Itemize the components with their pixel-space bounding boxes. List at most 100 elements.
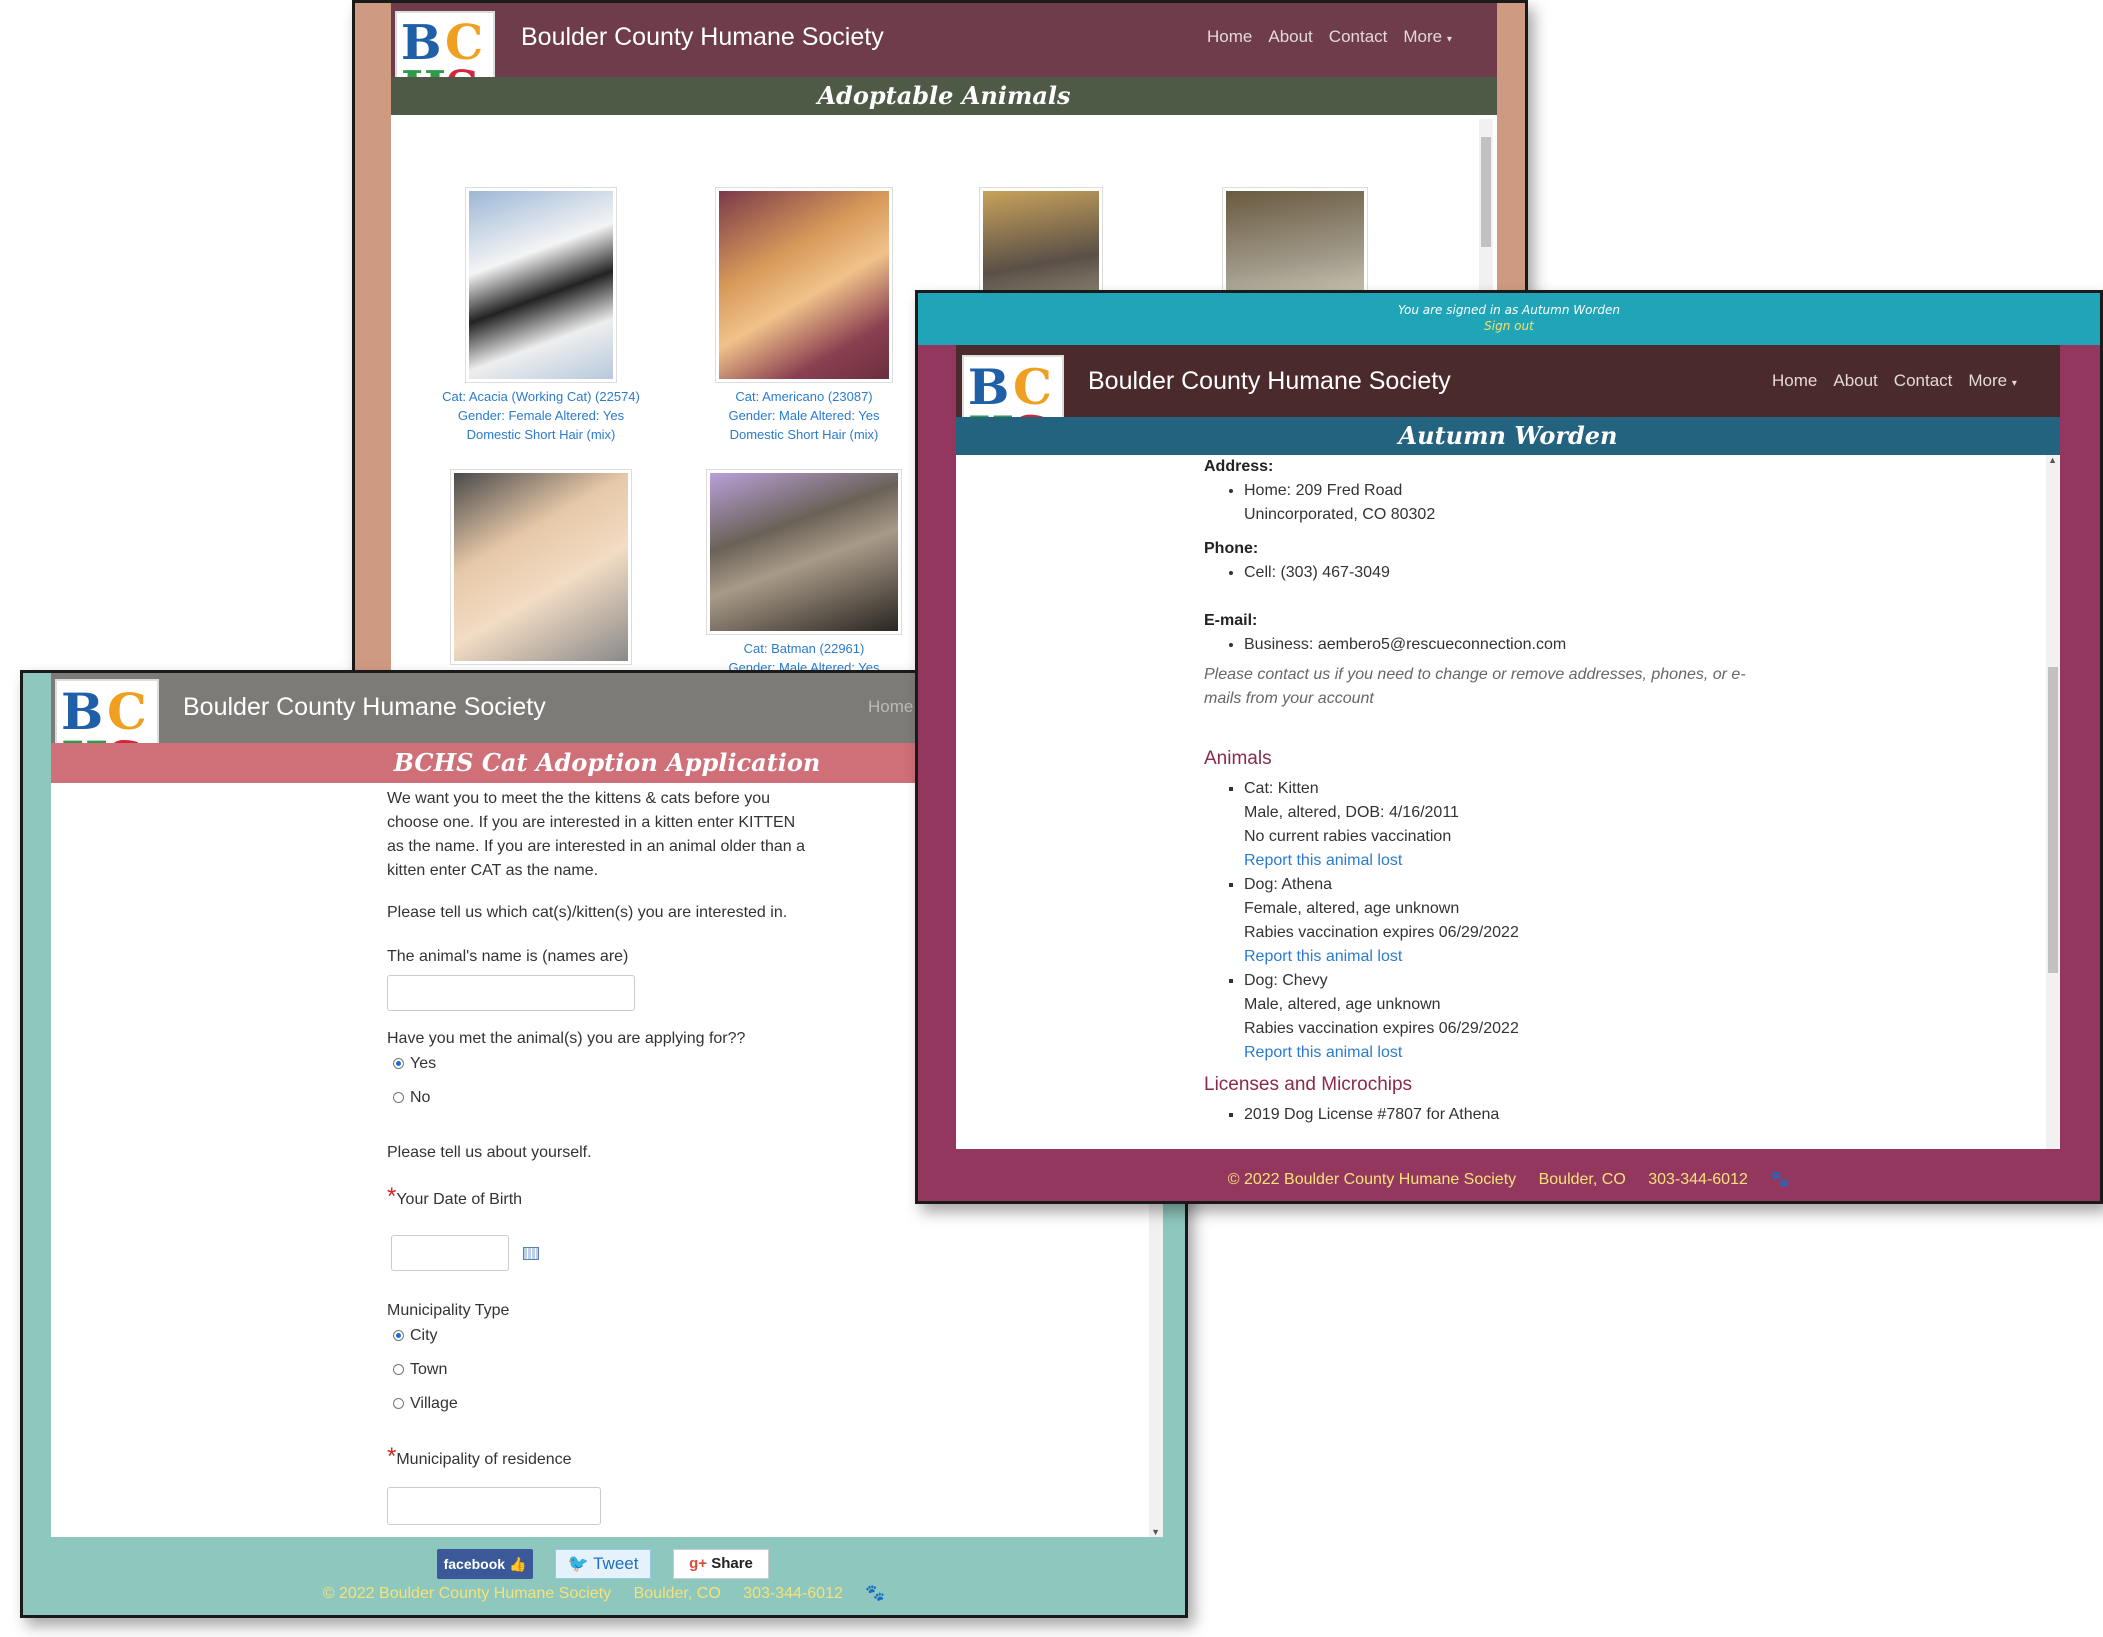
animal-gender: Gender: Female Altered: Yes — [457, 408, 625, 423]
animals-list: Cat: Kitten Male, altered, DOB: 4/16/2011… — [1204, 777, 1804, 1065]
met-yes-option[interactable]: Yes — [393, 1055, 436, 1073]
met-yes-label: Yes — [410, 1055, 437, 1072]
nav-more[interactable]: More ▾ — [1968, 371, 2017, 391]
muni-type-label: Municipality Type — [387, 1302, 510, 1319]
account-content: ▲ Address: Home: 209 Fred Road Unincorpor… — [956, 455, 2060, 1149]
rescue-connection-icon[interactable]: 🐾 — [1770, 1171, 1790, 1188]
nav-more[interactable]: More ▾ — [1403, 27, 1452, 47]
animal-photo[interactable] — [706, 469, 902, 635]
scroll-up-arrow-icon[interactable]: ▲ — [2048, 455, 2057, 465]
signin-bar: You are signed in as Autumn Worden Sign … — [918, 293, 2100, 345]
animal-name-link[interactable]: Cat: Americano (23087) — [694, 387, 914, 406]
animal-name-link[interactable]: Cat: Batman (22961) — [694, 639, 914, 658]
muni-city-label: City — [410, 1327, 438, 1344]
scrollbar-thumb[interactable] — [1481, 137, 1491, 247]
nav-home[interactable]: Home — [1772, 371, 1817, 391]
animal-card[interactable]: Cat: Acacia (Working Cat) (22574) Gender… — [431, 187, 651, 444]
page-banner: Autumn Worden — [956, 417, 2060, 455]
report-lost-link[interactable]: Report this animal lost — [1244, 948, 1402, 965]
required-mark: * — [387, 1443, 397, 1470]
phone-item: Cell: (303) 467-3049 — [1244, 561, 1804, 585]
licenses-heading: Licenses and Microchips — [1204, 1074, 1413, 1095]
site-title[interactable]: Boulder County Humane Society — [183, 693, 546, 722]
animal-detail: Female, altered, age unknown — [1244, 900, 1460, 917]
calendar-icon[interactable] — [523, 1247, 539, 1260]
animal-photo[interactable] — [465, 187, 617, 383]
animal-card[interactable]: Cat: Americano (23087) Gender: Male Alte… — [694, 187, 914, 444]
animal-title: Dog: Chevy — [1244, 972, 1328, 989]
email-list: Business: aembero5@rescueconnection.com — [1204, 633, 1804, 657]
report-lost-link[interactable]: Report this animal lost — [1244, 852, 1402, 869]
page-footer: © 2022 Boulder County Humane Society Bou… — [23, 1583, 1185, 1603]
nav-home[interactable]: Home — [1207, 27, 1252, 47]
animal-rabies: Rabies vaccination expires 06/29/2022 — [1244, 1020, 1519, 1037]
muni-village-option[interactable]: Village — [393, 1395, 458, 1413]
email-item: Business: aembero5@rescueconnection.com — [1244, 633, 1804, 657]
animal-rabies: No current rabies vaccination — [1244, 828, 1452, 845]
animal-photo[interactable] — [450, 469, 632, 665]
animal-item: Dog: Athena Female, altered, age unknown R… — [1244, 873, 1804, 969]
animal-card[interactable] — [431, 469, 651, 665]
muni-city-radio[interactable] — [393, 1330, 404, 1342]
muni-village-radio[interactable] — [393, 1398, 404, 1410]
animal-name-input[interactable] — [387, 975, 635, 1011]
google-plus-share-button[interactable]: g+ Share — [673, 1549, 769, 1579]
address-label: Address: — [1204, 458, 1274, 475]
animal-card[interactable]: Cat: Batman (22961) Gender: Male Altered… — [694, 469, 914, 677]
nav-about[interactable]: About — [1833, 371, 1877, 391]
muni-city-option[interactable]: City — [393, 1327, 438, 1345]
contact-note: Please contact us if you need to change … — [1204, 666, 1746, 707]
animal-title: Dog: Athena — [1244, 876, 1333, 893]
animal-detail: Male, altered, age unknown — [1244, 996, 1441, 1013]
required-mark: * — [387, 1183, 397, 1210]
animal-photo[interactable] — [715, 187, 893, 383]
muni-residence-label: *Municipality of residence — [387, 1445, 572, 1472]
tweet-button[interactable]: 🐦 Tweet — [555, 1549, 651, 1579]
account-window: You are signed in as Autumn Worden Sign … — [915, 290, 2103, 1204]
address-item: Home: 209 Fred Road Unincorporated, CO 80… — [1244, 479, 1804, 527]
animal-name-link[interactable]: Cat: Acacia (Working Cat) (22574) — [431, 387, 651, 406]
muni-town-label: Town — [410, 1361, 448, 1378]
tell-yourself-text: Please tell us about yourself. — [387, 1144, 592, 1161]
animals-heading: Animals — [1204, 748, 1272, 769]
tell-cats-text: Please tell us which cat(s)/kitten(s) yo… — [387, 904, 788, 921]
footer-city: Boulder, CO — [633, 1585, 721, 1602]
site-title[interactable]: Boulder County Humane Society — [521, 23, 884, 52]
met-no-radio[interactable] — [393, 1092, 404, 1104]
muni-town-option[interactable]: Town — [393, 1361, 447, 1379]
muni-residence-input[interactable] — [387, 1487, 601, 1525]
met-yes-radio[interactable] — [393, 1058, 404, 1070]
animal-gender: Gender: Male Altered: Yes — [728, 408, 880, 423]
scrollbar-thumb[interactable] — [2048, 667, 2058, 973]
nav-home[interactable]: Home — [868, 697, 913, 717]
dob-input[interactable] — [391, 1235, 509, 1271]
sign-out-link[interactable]: Sign out — [918, 317, 2100, 333]
twitter-bird-icon: 🐦 — [567, 1554, 589, 1573]
animal-title: Cat: Kitten — [1244, 780, 1319, 797]
met-question: Have you met the animal(s) you are apply… — [387, 1030, 746, 1047]
muni-village-label: Village — [410, 1395, 458, 1412]
gplus-label: Share — [711, 1555, 753, 1572]
scroll-down-arrow-icon[interactable]: ▼ — [1151, 1527, 1160, 1537]
phone-list: Cell: (303) 467-3049 — [1204, 561, 1804, 585]
nav-about[interactable]: About — [1268, 27, 1312, 47]
muni-town-radio[interactable] — [393, 1364, 404, 1376]
page-footer: © 2022 Boulder County Humane Society Bou… — [918, 1169, 2100, 1189]
report-lost-link[interactable]: Report this animal lost — [1244, 1044, 1402, 1061]
animal-detail: Male, altered, DOB: 4/16/2011 — [1244, 804, 1459, 821]
footer-copyright: © 2022 Boulder County Humane Society — [1227, 1171, 1517, 1188]
signed-in-text: You are signed in as Autumn Worden — [1397, 303, 1621, 317]
google-plus-icon: g+ — [689, 1555, 708, 1572]
chevron-down-icon: ▾ — [1446, 34, 1452, 45]
site-title[interactable]: Boulder County Humane Society — [1088, 367, 1451, 396]
facebook-share-button[interactable]: facebook 👍 — [437, 1549, 533, 1579]
muni-residence-label-text: Municipality of residence — [396, 1451, 572, 1468]
phone-label: Phone: — [1204, 540, 1259, 557]
nav-contact[interactable]: Contact — [1329, 27, 1388, 47]
scrollbar[interactable] — [2046, 455, 2060, 1149]
animal-breed: Domestic Short Hair (mix) — [466, 427, 616, 442]
met-no-option[interactable]: No — [393, 1089, 430, 1107]
rescue-connection-icon[interactable]: 🐾 — [865, 1585, 885, 1602]
main-nav: Home About Contact More ▾ — [1772, 371, 2017, 391]
nav-contact[interactable]: Contact — [1894, 371, 1953, 391]
